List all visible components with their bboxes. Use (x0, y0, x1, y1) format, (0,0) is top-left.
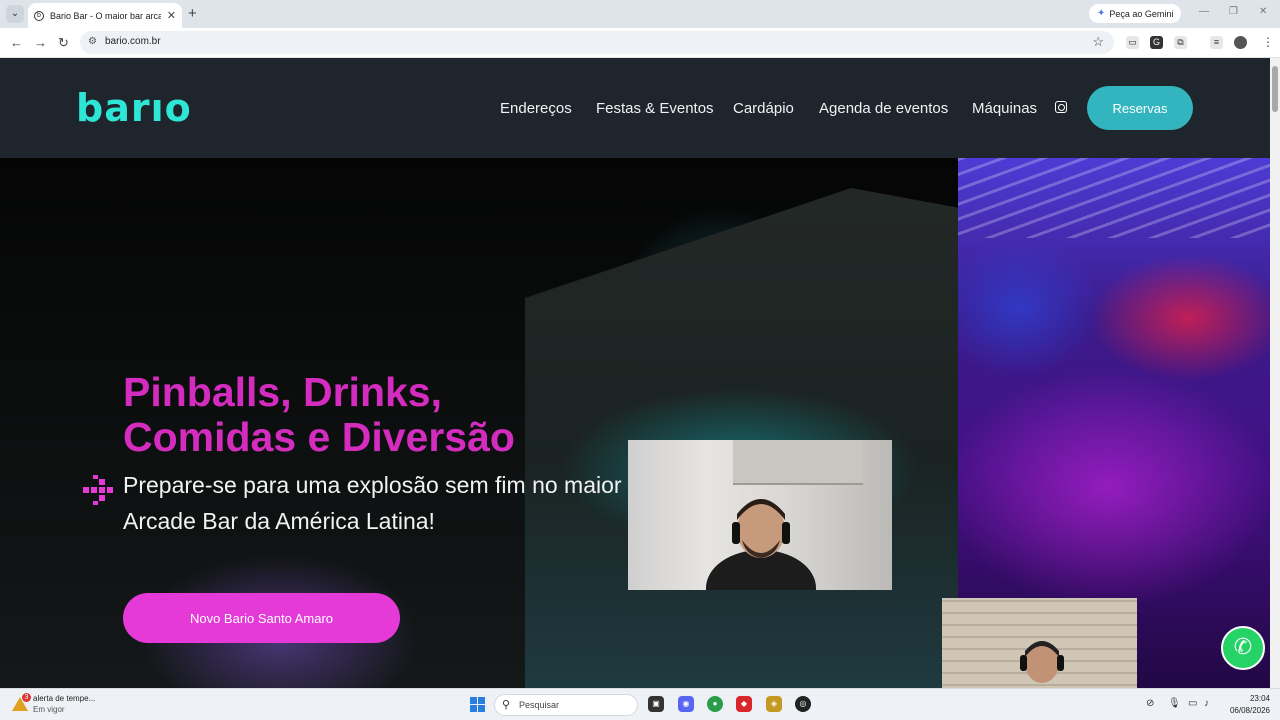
discord-icon[interactable]: ◉ (678, 696, 694, 712)
obs-icon[interactable]: ◎ (795, 696, 811, 712)
browser-menu-icon[interactable]: ⋮ (1262, 35, 1274, 49)
hero-title-line1: Pinballs, Drinks, (123, 369, 442, 415)
scrollbar-thumb[interactable] (1272, 66, 1278, 112)
close-window-icon[interactable]: ✕ (1259, 6, 1267, 17)
display-icon[interactable]: ▭ (1188, 698, 1197, 709)
site-info-icon[interactable]: ⚙ (88, 36, 97, 47)
volume-icon[interactable]: ♪ (1204, 698, 1209, 709)
whatsapp-button[interactable] (1221, 626, 1265, 670)
extension-icon[interactable]: ▭ (1126, 36, 1139, 49)
new-tab-button[interactable]: + (188, 5, 197, 22)
reload-icon[interactable]: ↻ (58, 35, 69, 51)
network-off-icon[interactable]: ⊘ (1146, 698, 1154, 709)
weather-subtitle: Em vigor (33, 705, 65, 714)
nav-maquinas[interactable]: Máquinas (972, 100, 1037, 117)
search-placeholder: Pesquisar (519, 700, 560, 710)
reservas-button[interactable]: Reservas (1087, 86, 1193, 130)
app-red-icon[interactable]: ◆ (736, 696, 752, 712)
webcam-person-image (706, 499, 816, 590)
nav-agenda-eventos[interactable]: Agenda de eventos (819, 100, 948, 117)
windows-taskbar: 3 alerta de tempe... Em vigor ⚲ Pesquisa… (0, 688, 1280, 720)
league-client-icon[interactable]: ◈ (766, 696, 782, 712)
browser-tab-active[interactable]: b Bario Bar - O maior bar arcade ✕ (28, 3, 182, 28)
search-icon: ⚲ (502, 699, 511, 711)
site-header: barıo Endereços Festas & Eventos Cardápi… (0, 58, 1270, 158)
clock-date[interactable]: 06/08/2026 (1222, 706, 1270, 715)
nav-cardapio[interactable]: Cardápio (733, 100, 794, 117)
nav-festas-eventos[interactable]: Festas & Eventos (596, 100, 714, 117)
tab-search-icon[interactable]: ⌄ (6, 5, 24, 23)
back-arrow-icon[interactable]: ← (10, 35, 23, 50)
chrome-icon[interactable]: ● (707, 696, 723, 712)
grammarly-extension-icon[interactable]: G (1150, 36, 1163, 49)
clock-time[interactable]: 23:04 (1238, 694, 1270, 703)
bookmark-star-icon[interactable]: ☆ (1092, 34, 1104, 50)
close-tab-icon[interactable]: ✕ (167, 9, 176, 22)
novo-bario-santo-amaro-button[interactable]: Novo Bario Santo Amaro (123, 593, 400, 643)
tab-title: Bario Bar - O maior bar arcade (50, 10, 161, 21)
hero-title-line2: Comidas e Diversão (123, 414, 515, 460)
bario-logo[interactable]: barıo (76, 88, 192, 128)
page-scrollbar[interactable] (1270, 58, 1280, 688)
webcam-overlay-primary (628, 440, 892, 590)
gemini-icon: ✦ (1097, 8, 1106, 19)
instagram-icon[interactable] (1055, 101, 1067, 113)
browser-tab-strip: ⌄ b Bario Bar - O maior bar arcade ✕ + ✦… (0, 0, 1280, 28)
windows-start-icon[interactable] (470, 697, 485, 712)
browser-toolbar: ← → ↻ ⚙ bario.com.br ☆ ▭ G ⧉ ≡ ⋮ (0, 28, 1280, 58)
profile-avatar[interactable] (1234, 36, 1247, 49)
microphone-icon[interactable]: 🎙 (1168, 698, 1181, 709)
site-favicon-icon: b (34, 10, 44, 21)
ask-gemini-button[interactable]: ✦ Peça ao Gemini (1089, 4, 1182, 23)
weather-title[interactable]: alerta de tempe... (33, 694, 95, 703)
restore-window-icon[interactable]: ❐ (1229, 6, 1238, 17)
nav-enderecos[interactable]: Endereços (500, 100, 572, 117)
address-bar[interactable]: ⚙ bario.com.br ☆ (80, 31, 1114, 54)
taskbar-search-input[interactable]: ⚲ Pesquisar (494, 694, 638, 716)
hero-title: Pinballs, Drinks, Comidas e Diversão (123, 370, 515, 460)
address-url: bario.com.br (105, 36, 161, 47)
weather-badge: 3 (22, 693, 31, 702)
ceiling-lights (958, 158, 1270, 238)
hero-subtitle: Prepare-se para uma explosão sem fim no … (123, 472, 622, 534)
task-view-icon[interactable]: ▣ (648, 696, 664, 712)
minimize-window-icon[interactable]: — (1199, 6, 1209, 17)
forward-arrow-icon[interactable]: → (34, 35, 47, 50)
pixel-arrow-icon (83, 475, 113, 505)
reading-list-icon[interactable]: ≡ (1210, 36, 1223, 49)
extensions-puzzle-icon[interactable]: ⧉ (1174, 36, 1187, 49)
ask-gemini-label: Peça ao Gemini (1109, 8, 1174, 19)
webcam-cabinet (733, 440, 863, 485)
